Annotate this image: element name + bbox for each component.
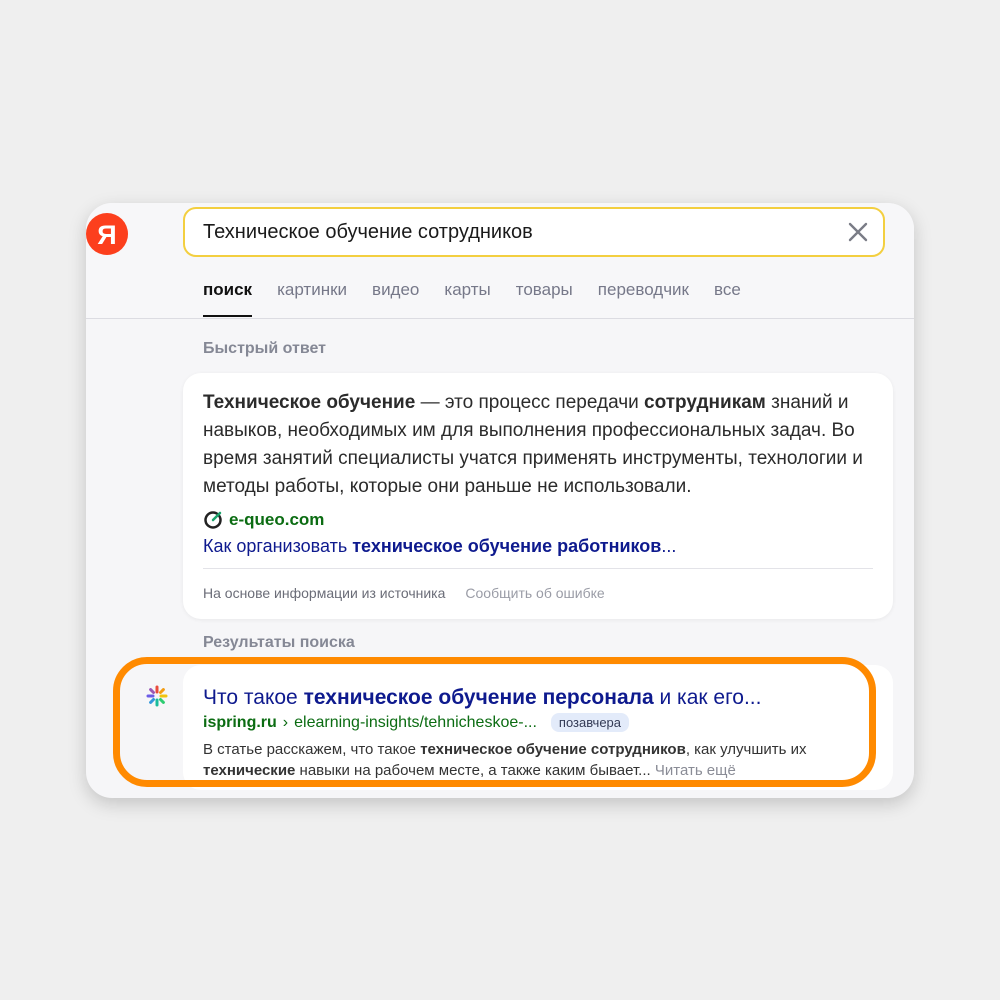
answer-term: Техническое обучение <box>203 392 416 413</box>
snippet-text: В статье расскажем, что такое <box>203 741 421 758</box>
close-icon[interactable] <box>847 221 869 243</box>
source-domain[interactable]: e-queo.com <box>229 510 324 530</box>
result-title-text: и как его... <box>653 686 762 709</box>
answer-bold-word: сотрудникам <box>644 392 766 413</box>
result-title-link[interactable]: Что такое техническое обучение персонала… <box>203 686 761 710</box>
answer-text-part: — это процесс передачи <box>415 392 645 413</box>
source-link-bold: техническое обучение работников <box>352 536 662 556</box>
answer-source[interactable]: e-queo.com <box>203 510 324 530</box>
divider <box>203 568 873 569</box>
quick-answer-text: Техническое обучение — это процесс перед… <box>203 389 883 501</box>
date-badge: позавчера <box>550 713 630 732</box>
source-note: На основе информации из источника <box>203 585 446 601</box>
e-queo-logo-icon <box>204 511 222 529</box>
source-article-link[interactable]: Как организовать техническое обучение ра… <box>203 536 676 557</box>
quick-answer-card: Техническое обучение — это процесс перед… <box>183 373 893 619</box>
result-url[interactable]: ispring.ru › elearning-insights/tehniche… <box>203 713 630 732</box>
ispring-favicon-icon <box>146 685 168 707</box>
snippet-bold: техническое обучение сотрудников <box>420 741 686 758</box>
tab-search[interactable]: поиск <box>203 277 253 317</box>
yandex-logo[interactable]: Я <box>86 213 128 255</box>
source-link-ellipsis: ... <box>661 536 677 556</box>
breadcrumb-separator: › <box>282 713 289 731</box>
read-more-link[interactable]: Читать ещё <box>655 762 736 779</box>
snippet-text: , как улучшить их <box>685 741 807 758</box>
source-link-text: Как организовать <box>203 536 353 556</box>
result-domain[interactable]: ispring.ru <box>203 714 277 732</box>
snippet-text: навыки на рабочем месте, а также каким б… <box>295 762 651 779</box>
tab-maps[interactable]: карты <box>444 277 490 317</box>
answer-footer: На основе информации из источника Сообщи… <box>203 585 605 601</box>
result-path[interactable]: elearning-insights/tehnicheskoe-... <box>294 714 537 732</box>
result-snippet: В статье расскажем, что такое техническо… <box>203 739 883 781</box>
search-header: Я поиск картинки видео карты товары пере… <box>86 203 914 319</box>
result-title-text: Что такое <box>203 686 304 709</box>
search-input[interactable] <box>203 209 823 255</box>
tab-video[interactable]: видео <box>372 277 419 317</box>
search-tabs: поиск картинки видео карты товары перево… <box>203 277 766 317</box>
search-box[interactable] <box>183 207 885 257</box>
result-title-bold: техническое обучение персонала <box>303 686 654 709</box>
tab-images[interactable]: картинки <box>277 277 347 317</box>
tab-products[interactable]: товары <box>516 277 573 317</box>
search-results-window: Я поиск картинки видео карты товары пере… <box>86 203 914 798</box>
tab-translator[interactable]: переводчик <box>598 277 689 317</box>
snippet-bold: технические <box>203 762 296 779</box>
report-error-link[interactable]: Сообщить об ошибке <box>465 585 604 601</box>
quick-answer-heading: Быстрый ответ <box>203 340 326 357</box>
tab-all[interactable]: все <box>714 277 741 317</box>
results-heading: Результаты поиска <box>203 634 355 651</box>
search-result-item: Что такое техническое обучение персонала… <box>183 665 893 790</box>
